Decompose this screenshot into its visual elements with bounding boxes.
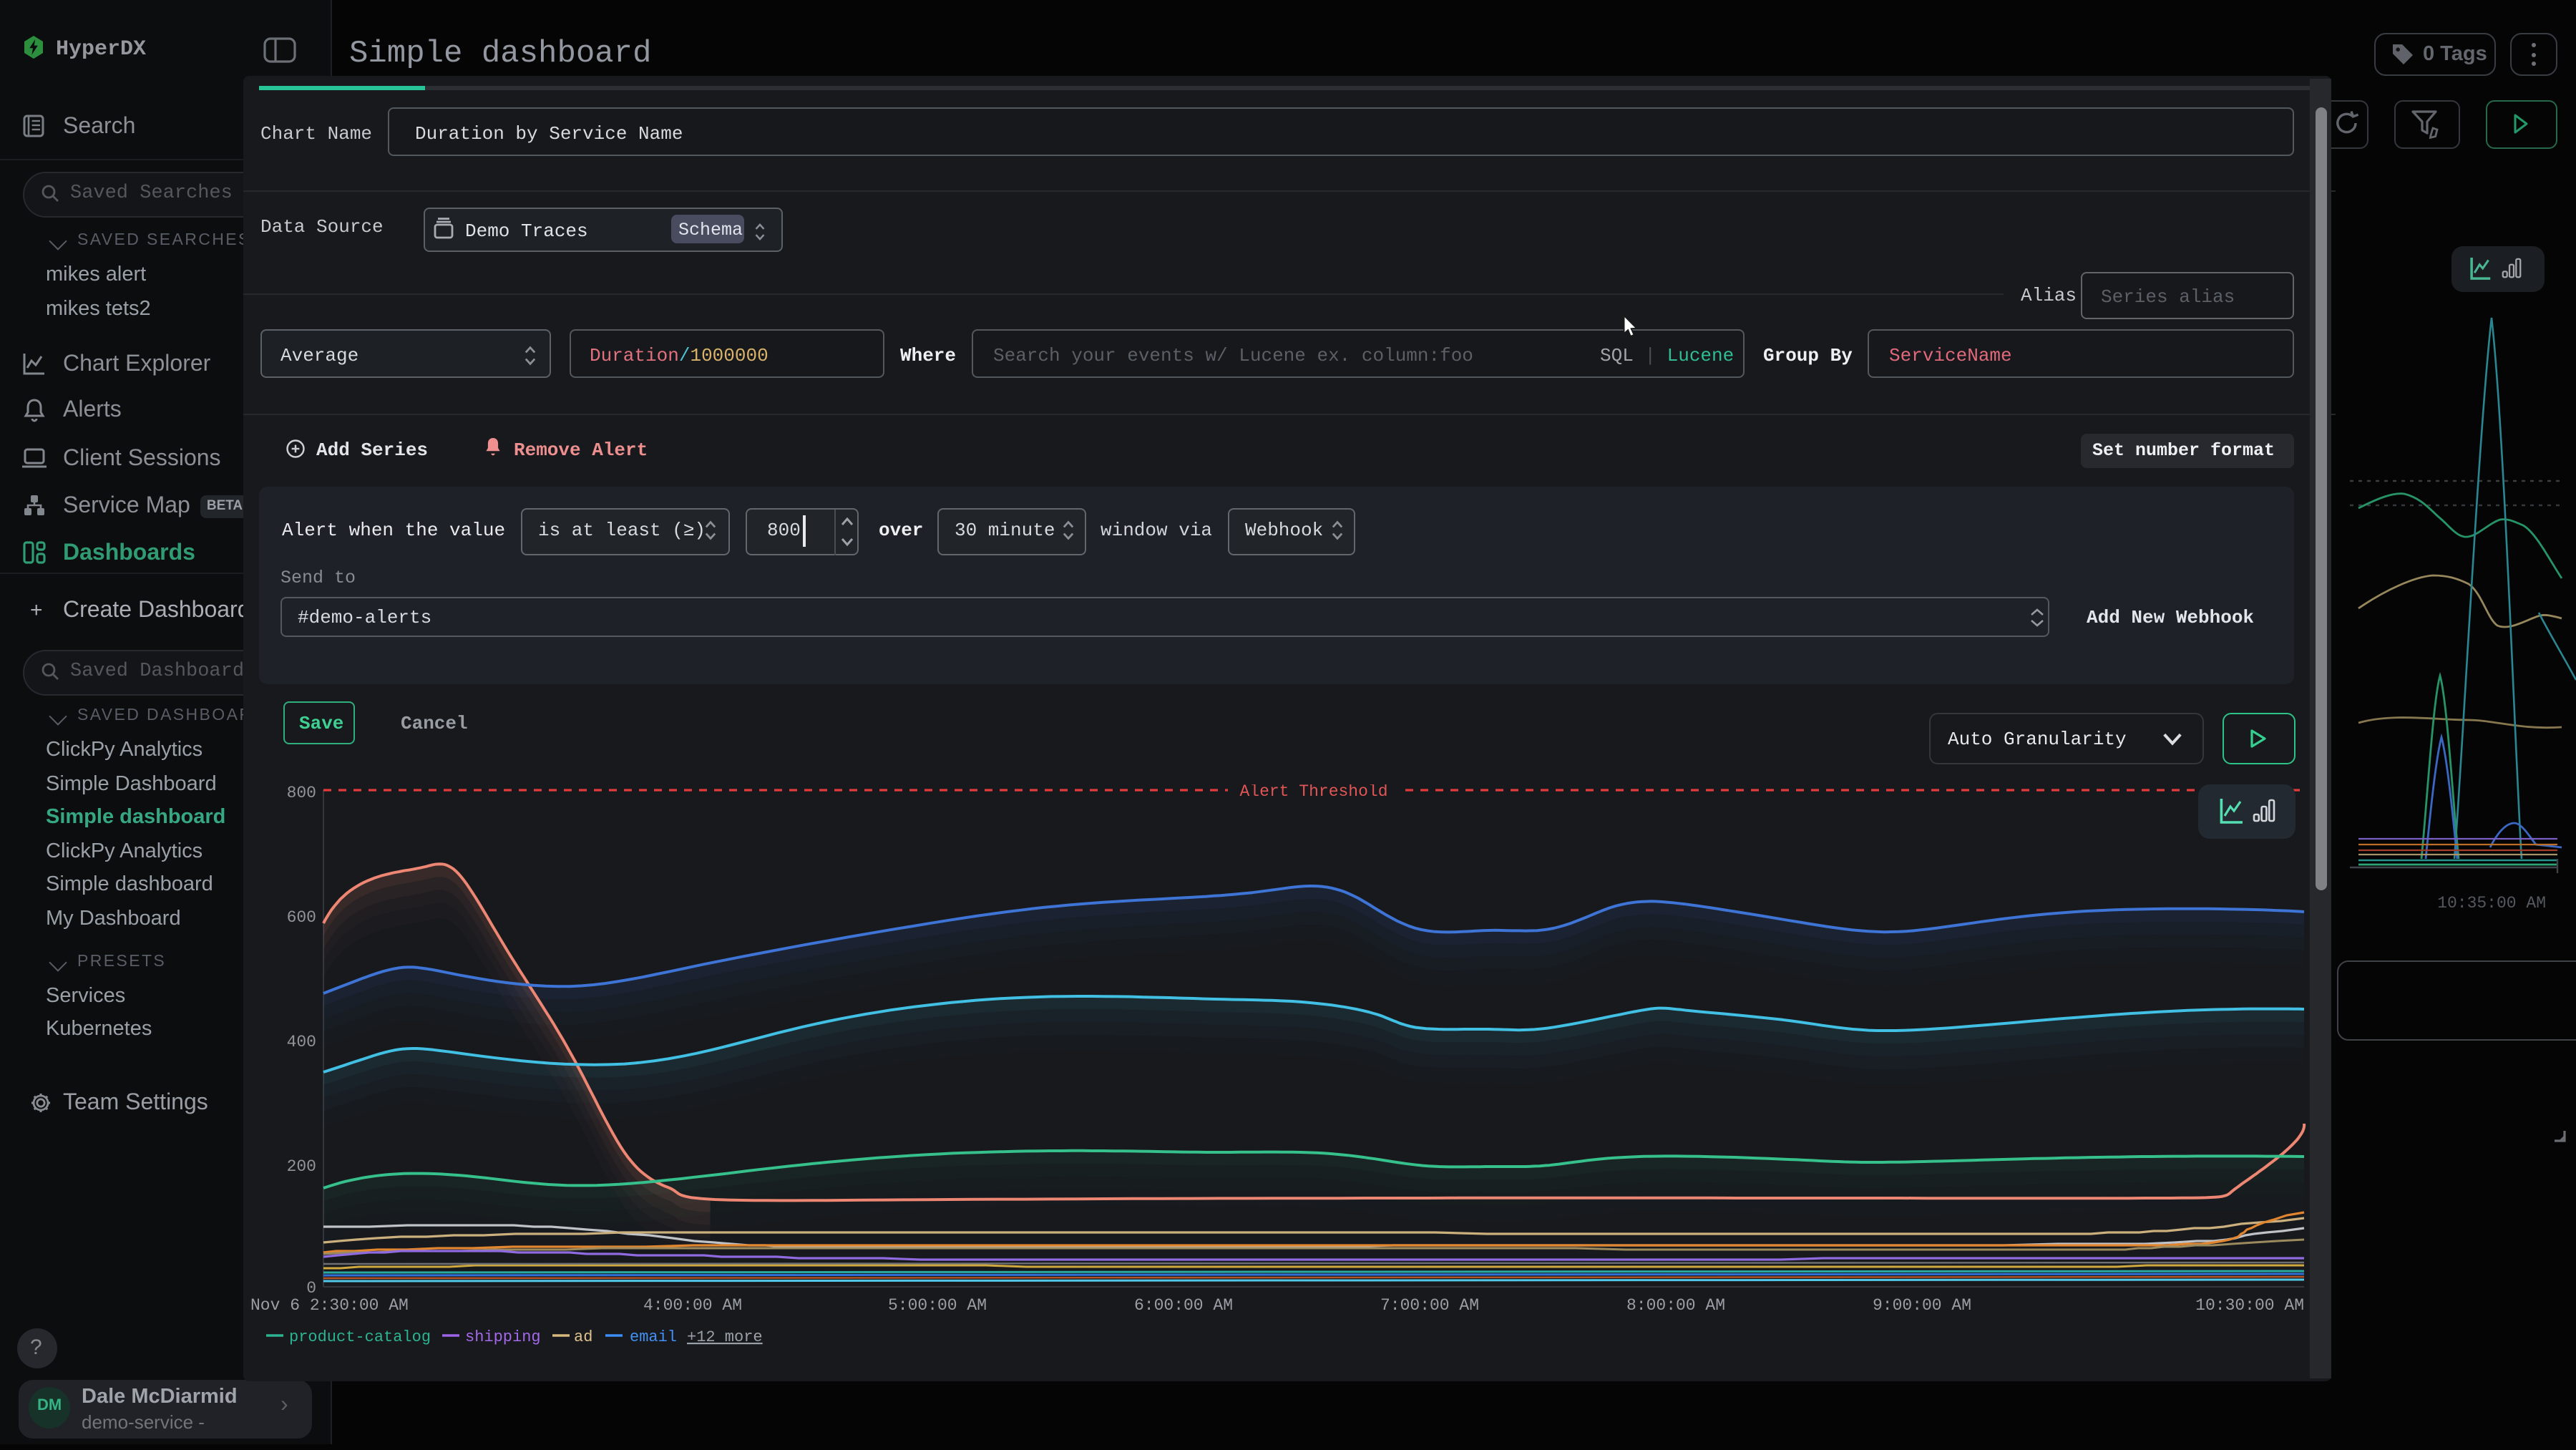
svg-text:email: email [630,1328,677,1346]
svg-text:10:35:00 AM: 10:35:00 AM [2437,894,2546,913]
svg-text:6:00:00 AM: 6:00:00 AM [1134,1296,1233,1315]
svg-text:shipping: shipping [465,1328,541,1346]
svg-text:600: 600 [287,908,316,927]
svg-text:+12 more: +12 more [687,1328,763,1346]
svg-text:ad: ad [574,1328,592,1346]
svg-text:8:00:00 AM: 8:00:00 AM [1626,1296,1725,1315]
svg-text:9:00:00 AM: 9:00:00 AM [1873,1296,1971,1315]
svg-text:7:00:00 AM: 7:00:00 AM [1380,1296,1479,1315]
svg-text:Alert Threshold: Alert Threshold [1239,784,1387,801]
svg-text:800: 800 [287,784,316,802]
svg-text:5:00:00 AM: 5:00:00 AM [888,1296,987,1315]
svg-text:400: 400 [287,1033,316,1051]
svg-text:0: 0 [306,1279,316,1298]
svg-text:product-catalog: product-catalog [289,1328,431,1346]
svg-text:200: 200 [287,1157,316,1176]
svg-text:Nov 6 2:30:00 AM: Nov 6 2:30:00 AM [250,1296,409,1315]
svg-text:10:30:00 AM: 10:30:00 AM [2195,1296,2304,1315]
svg-text:4:00:00 AM: 4:00:00 AM [643,1296,742,1315]
